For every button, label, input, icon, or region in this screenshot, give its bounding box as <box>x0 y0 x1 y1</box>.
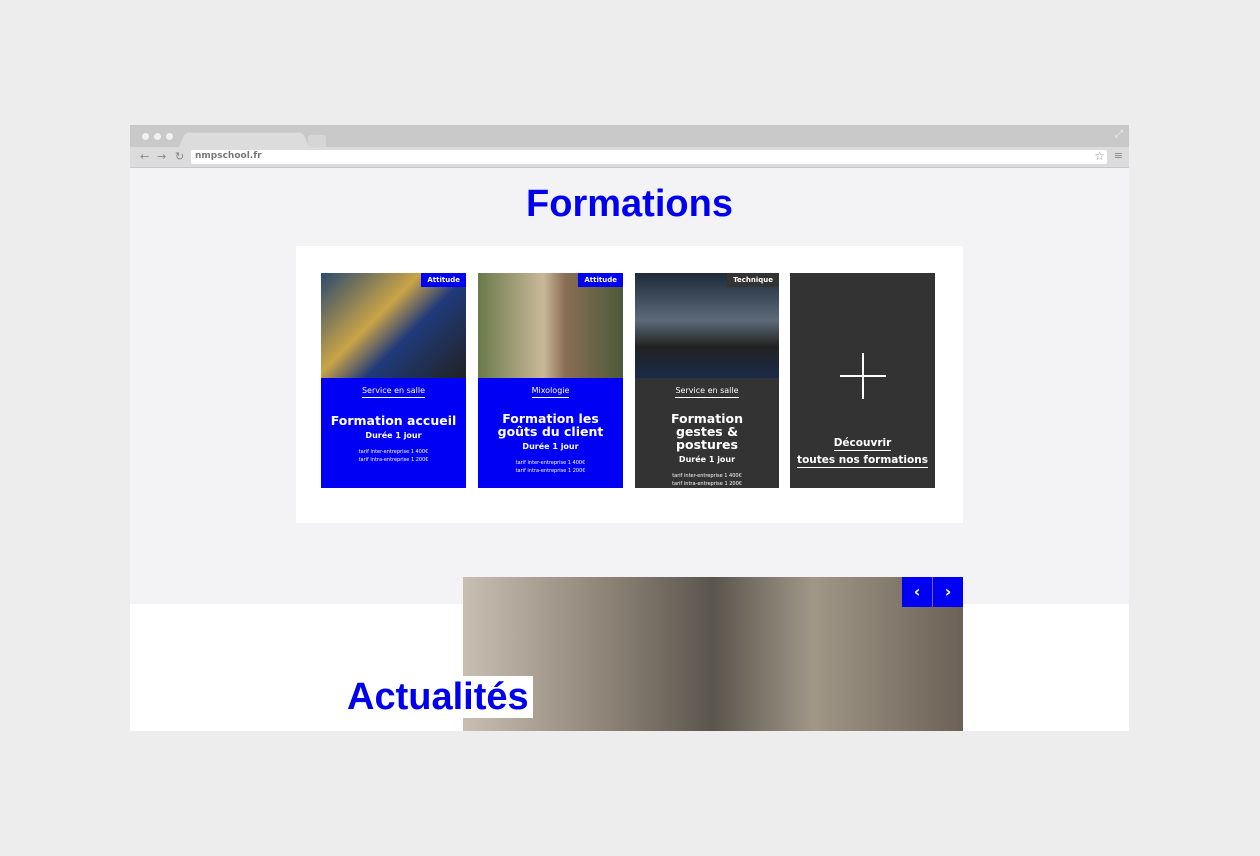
carousel-next-button[interactable]: › <box>933 577 963 607</box>
card-image: Attitude <box>321 273 466 378</box>
tab-bar: ⤢ <box>130 125 1129 149</box>
card-title: Formation accueil <box>330 413 457 428</box>
new-tab-button[interactable] <box>308 135 326 147</box>
carousel-prev-button[interactable]: ‹ <box>902 577 932 607</box>
card-category[interactable]: Service en salle <box>361 386 426 398</box>
window-close-dot[interactable] <box>142 133 149 140</box>
fullscreen-icon[interactable]: ⤢ <box>1115 129 1123 140</box>
card-image: Attitude <box>478 273 623 378</box>
card-title: Formation gestes & postures <box>671 411 743 452</box>
card-image: Technique <box>635 273 779 378</box>
all-formations-link[interactable]: toutes nos formations <box>797 454 928 468</box>
card-category[interactable]: Mixologie <box>531 386 570 398</box>
browser-window: ⤢ ← → ↻ nmpschool.fr ☆ ≡ Formations Atti… <box>130 125 1129 731</box>
formation-card[interactable]: Technique Service en salle Formation ges… <box>635 273 779 488</box>
address-bar[interactable]: nmpschool.fr <box>191 150 1107 164</box>
window-maximize-dot[interactable] <box>166 133 173 140</box>
card-price-inter: tarif inter-entreprise 1 400€ <box>672 473 742 479</box>
bookmark-star-icon[interactable]: ☆ <box>1094 149 1105 163</box>
card-badge: Attitude <box>421 273 466 287</box>
card-price-intra: tarif intra-entreprise 1 200€ <box>515 468 586 474</box>
formations-title: Formations <box>526 183 733 225</box>
actualites-title: Actualités <box>344 676 533 718</box>
discover-all-card[interactable]: Découvrir toutes nos formations <box>790 273 935 488</box>
browser-tab[interactable] <box>178 132 310 149</box>
card-badge: Attitude <box>578 273 623 287</box>
formations-panel: Attitude Service en salle Formation accu… <box>296 246 963 523</box>
card-duration: Durée 1 jour <box>522 442 579 451</box>
card-title: Formation les goûts du client <box>497 411 604 439</box>
card-duration: Durée 1 jour <box>678 455 736 464</box>
news-photo <box>463 577 963 731</box>
forward-icon[interactable]: → <box>157 150 166 163</box>
card-category[interactable]: Service en salle <box>675 386 739 398</box>
discover-link[interactable]: Découvrir <box>833 437 892 451</box>
card-price-inter: tarif inter-entreprise 1 400€ <box>358 449 429 455</box>
window-minimize-dot[interactable] <box>154 133 161 140</box>
browser-toolbar: ← → ↻ nmpschool.fr ☆ ≡ <box>130 147 1129 168</box>
card-price-intra: tarif intra-entreprise 1 200€ <box>358 457 429 463</box>
card-duration: Durée 1 jour <box>365 431 422 440</box>
reload-icon[interactable]: ↻ <box>175 150 184 163</box>
card-price-inter: tarif inter-entreprise 1 400€ <box>515 460 586 466</box>
formation-card[interactable]: Attitude Service en salle Formation accu… <box>321 273 466 488</box>
menu-icon[interactable]: ≡ <box>1114 149 1123 162</box>
card-price-intra: tarif intra-entreprise 1 200€ <box>672 481 742 487</box>
back-icon[interactable]: ← <box>140 150 149 163</box>
formation-card[interactable]: Attitude Mixologie Formation les goûts d… <box>478 273 623 488</box>
card-badge: Technique <box>727 273 779 287</box>
plus-icon <box>839 353 886 399</box>
